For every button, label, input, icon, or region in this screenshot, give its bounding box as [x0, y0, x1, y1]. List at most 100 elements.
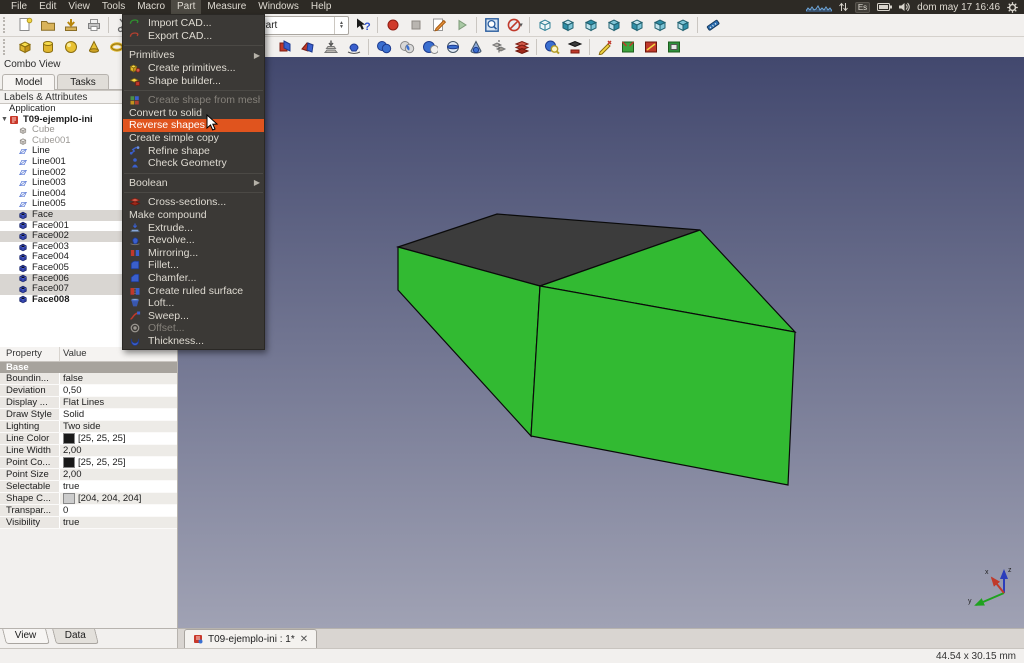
property-row[interactable]: LightingTwo side — [0, 421, 177, 433]
new-document-button[interactable] — [13, 16, 36, 35]
whats-this-button[interactable]: ? — [351, 16, 374, 35]
toolbar-drag-handle[interactable] — [3, 17, 10, 33]
menu-file[interactable]: File — [5, 0, 33, 14]
property-row[interactable]: Deviation0,50 — [0, 385, 177, 397]
network-updown-icon[interactable] — [839, 2, 848, 12]
property-value[interactable]: [204, 204, 204] — [60, 493, 177, 504]
spinner-arrows-icon[interactable]: ▲▼ — [334, 17, 348, 34]
extrude-button[interactable] — [319, 38, 342, 57]
bottom-view-button[interactable] — [648, 16, 671, 35]
menu-item-create-ruled-surface[interactable]: Create ruled surface — [123, 284, 264, 297]
menu-edit[interactable]: Edit — [33, 0, 62, 14]
property-value[interactable]: true — [60, 481, 177, 492]
property-group-base[interactable]: Base — [0, 362, 177, 373]
3d-viewport[interactable]: z x y — [178, 57, 1024, 628]
menu-item-boolean[interactable]: Boolean▶ — [123, 177, 264, 190]
macro-play-button[interactable] — [450, 16, 473, 35]
menu-measure[interactable]: Measure — [201, 0, 252, 14]
menu-item-revolve[interactable]: Revolve... — [123, 234, 264, 247]
menu-item-sweep[interactable]: Sweep... — [123, 309, 264, 322]
menu-view[interactable]: View — [62, 0, 96, 14]
check-geometry-button[interactable] — [540, 38, 563, 57]
property-column-header[interactable]: Property — [0, 347, 60, 361]
menu-item-import-cad[interactable]: Import CAD... — [123, 17, 264, 30]
sweep-tool-button[interactable] — [662, 38, 685, 57]
property-value[interactable]: false — [60, 373, 177, 384]
join-embed-button[interactable] — [296, 38, 319, 57]
boolean-cut-button[interactable] — [418, 38, 441, 57]
property-value[interactable]: 2,00 — [60, 445, 177, 456]
property-row[interactable]: Display ...Flat Lines — [0, 397, 177, 409]
macro-record-button[interactable] — [381, 16, 404, 35]
session-gear-icon[interactable] — [1007, 2, 1018, 13]
system-load-graph-icon[interactable] — [806, 2, 832, 12]
property-row[interactable]: Line Color[25, 25, 25] — [0, 433, 177, 445]
3d-solid-shape[interactable] — [178, 57, 1024, 628]
right-view-button[interactable] — [602, 16, 625, 35]
menu-item-convert-to-solid[interactable]: Convert to solid — [123, 107, 264, 120]
property-value[interactable]: 2,00 — [60, 469, 177, 480]
volume-icon[interactable] — [899, 2, 910, 12]
expand-arrow-icon[interactable]: ▼ — [0, 115, 9, 126]
section-button[interactable] — [441, 38, 464, 57]
tab-model[interactable]: Model — [2, 74, 55, 90]
measure-linear-button[interactable] — [701, 16, 724, 35]
front-view-button[interactable] — [556, 16, 579, 35]
ruled-surface-button[interactable] — [616, 38, 639, 57]
menu-item-create-primitives[interactable]: Create primitives... — [123, 62, 264, 75]
menu-item-mirroring[interactable]: Mirroring... — [123, 247, 264, 260]
defeaturing-button[interactable] — [563, 38, 586, 57]
property-row[interactable]: Point Size2,00 — [0, 469, 177, 481]
cone-primitive-button[interactable] — [82, 38, 105, 57]
cross-sections-button[interactable] — [510, 38, 533, 57]
property-row[interactable]: Boundin...false — [0, 373, 177, 385]
menu-item-chamfer[interactable]: Chamfer... — [123, 272, 264, 285]
property-value[interactable]: [25, 25, 25] — [60, 433, 177, 444]
property-value[interactable]: Solid — [60, 409, 177, 420]
menu-item-loft[interactable]: Loft... — [123, 297, 264, 310]
cylinder-primitive-button[interactable] — [36, 38, 59, 57]
property-row[interactable]: Line Width2,00 — [0, 445, 177, 457]
loft-tool-button[interactable] — [639, 38, 662, 57]
property-row[interactable]: Draw StyleSolid — [0, 409, 177, 421]
axonometric-view-button[interactable] — [533, 16, 556, 35]
property-row[interactable]: Selectabletrue — [0, 481, 177, 493]
property-row[interactable]: Transpar...0 — [0, 505, 177, 517]
workbench-selector[interactable]: Part▲▼ — [253, 16, 349, 35]
fit-all-button[interactable] — [480, 16, 503, 35]
menu-item-thickness[interactable]: Thickness... — [123, 335, 264, 348]
property-row[interactable]: Visibilitytrue — [0, 517, 177, 529]
battery-icon[interactable] — [877, 3, 892, 11]
open-document-button[interactable] — [36, 16, 59, 35]
menu-item-create-simple-copy[interactable]: Create simple copy — [123, 132, 264, 145]
menu-tools[interactable]: Tools — [96, 0, 131, 14]
draw-style-button[interactable]: ▾ — [503, 16, 526, 35]
menu-item-export-cad[interactable]: Export CAD... — [123, 30, 264, 43]
menu-item-refine-shape[interactable]: Refine shape — [123, 144, 264, 157]
macro-edit-button[interactable] — [427, 16, 450, 35]
menu-item-fillet[interactable]: Fillet... — [123, 259, 264, 272]
macro-stop-button[interactable] — [404, 16, 427, 35]
menu-item-check-geometry[interactable]: Check Geometry — [123, 157, 264, 170]
sphere-primitive-button[interactable] — [59, 38, 82, 57]
boolean-union-button[interactable] — [372, 38, 395, 57]
tab-tasks[interactable]: Tasks — [57, 74, 109, 89]
property-value[interactable]: Flat Lines — [60, 397, 177, 408]
menu-item-make-compound[interactable]: Make compound — [123, 209, 264, 222]
menu-item-primitives[interactable]: Primitives▶ — [123, 49, 264, 62]
property-value[interactable]: 0 — [60, 505, 177, 516]
keyboard-layout-indicator[interactable]: Es — [855, 2, 870, 13]
menu-windows[interactable]: Windows — [252, 0, 305, 14]
bottom-tab-view[interactable]: View — [2, 629, 49, 644]
boolean-common-button[interactable] — [395, 38, 418, 57]
menu-item-cross-sections[interactable]: Cross-sections... — [123, 196, 264, 209]
box-primitive-button[interactable] — [13, 38, 36, 57]
join-connect-button[interactable] — [273, 38, 296, 57]
top-view-button[interactable] — [579, 16, 602, 35]
menu-help[interactable]: Help — [305, 0, 338, 14]
close-tab-icon[interactable]: ✕ — [300, 634, 308, 645]
toolbar-drag-handle[interactable] — [3, 39, 10, 55]
menu-item-shape-builder[interactable]: Shape builder... — [123, 74, 264, 87]
document-tab[interactable]: T09-ejemplo-ini : 1* ✕ — [184, 629, 317, 648]
menu-macro[interactable]: Macro — [131, 0, 171, 14]
